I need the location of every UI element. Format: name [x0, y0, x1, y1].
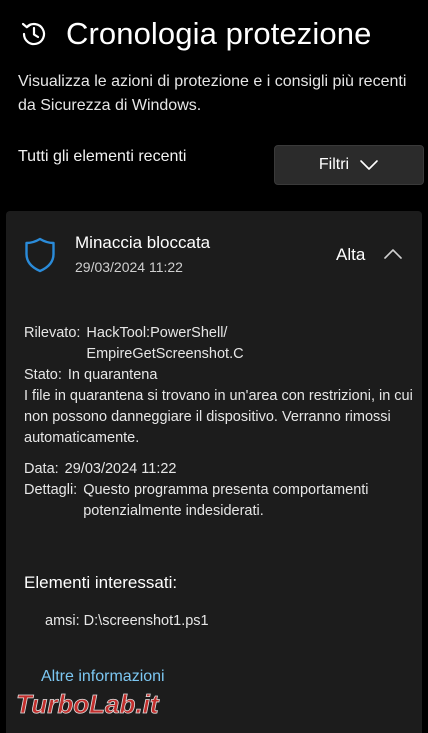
chevron-down-icon: [360, 160, 378, 170]
status-value: In quarantena: [67, 367, 158, 383]
details-label: Dettagli:: [24, 482, 78, 498]
threat-card: Minaccia bloccata 29/03/2024 11:22 Alta …: [6, 211, 422, 733]
threat-card-header[interactable]: Minaccia bloccata 29/03/2024 11:22 Alta: [6, 211, 422, 291]
severity-label: Alta: [336, 245, 366, 264]
date-row: Data: 29/03/2024 11:22: [24, 459, 414, 480]
date-label: Data:: [24, 461, 59, 477]
detected-value-line-1: HackTool:PowerShell/: [86, 325, 228, 341]
chevron-up-icon[interactable]: [383, 248, 403, 260]
turbolab-watermark-logo: TurboLab.it: [16, 689, 161, 720]
history-icon: [21, 22, 46, 46]
status-row: Stato: In quarantena: [24, 365, 414, 386]
detected-label: Rilevato:: [24, 325, 81, 341]
date-value: 29/03/2024 11:22: [64, 461, 177, 477]
details-row: Dettagli: Questo programma presenta comp…: [24, 480, 414, 522]
page-header: Cronologia protezione: [18, 12, 418, 56]
protection-history-page: Cronologia protezione Visualizza le azio…: [0, 0, 428, 733]
status-label: Stato:: [24, 367, 62, 383]
detected-value: HackTool:PowerShell/ EmpireGetScreenshot…: [86, 323, 414, 365]
quarantine-description: I file in quarantena si trovano in un'ar…: [24, 388, 413, 446]
detected-row: Rilevato: HackTool:PowerShell/ EmpireGet…: [24, 323, 414, 365]
shield-icon: [25, 237, 55, 273]
details-value: Questo programma presenta comportamenti …: [83, 482, 369, 519]
threat-date: 29/03/2024 11:22: [75, 259, 183, 275]
threat-title: Minaccia bloccata: [75, 233, 211, 252]
page-title: Cronologia protezione: [66, 16, 372, 51]
filters-button[interactable]: Filtri: [274, 145, 424, 185]
detected-value-line-2: EmpireGetScreenshot.C: [86, 346, 244, 362]
recent-items-label: Tutti gli elementi recenti: [18, 148, 187, 165]
filters-button-label: Filtri: [318, 156, 350, 173]
page-subtitle: Visualizza le azioni di protezione e i c…: [18, 73, 407, 114]
affected-items-title: Elementi interessati:: [24, 573, 178, 592]
svg-text:TurboLab.it: TurboLab.it: [16, 689, 160, 719]
affected-item: amsi: D:\screenshot1.ps1: [45, 613, 209, 629]
threat-details: Rilevato: HackTool:PowerShell/ EmpireGet…: [24, 323, 414, 522]
